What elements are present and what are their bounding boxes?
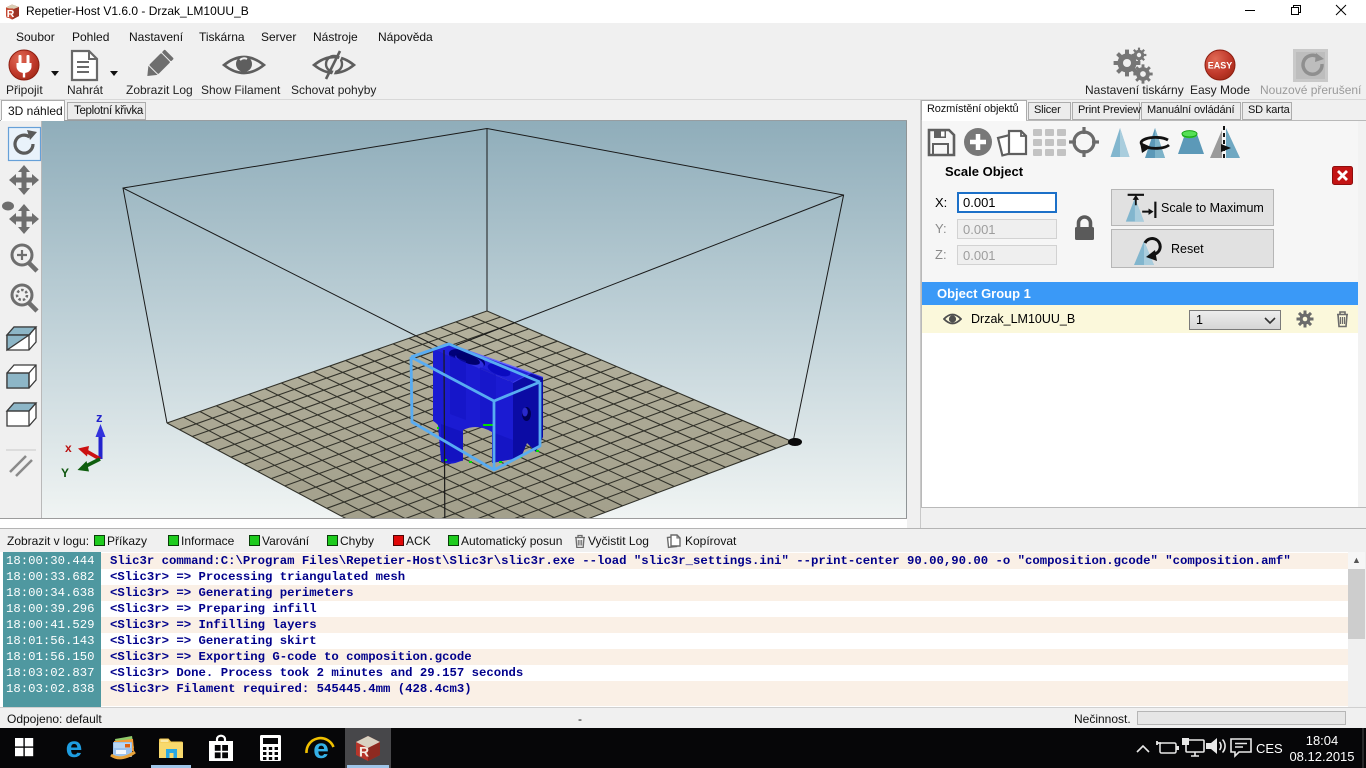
svg-text:e: e [66,731,83,764]
svg-text:R: R [359,744,369,760]
svg-text:z: z [96,410,103,425]
svg-text:EASY: EASY [1208,61,1233,71]
svg-text:18:04: 18:04 [1306,733,1339,748]
svg-text:R: R [7,8,15,20]
svg-text:Y: Y [61,466,69,480]
svg-text:08.12.2015: 08.12.2015 [1289,749,1354,764]
svg-text:CES: CES [1256,741,1283,756]
svg-text:x: x [65,441,72,455]
